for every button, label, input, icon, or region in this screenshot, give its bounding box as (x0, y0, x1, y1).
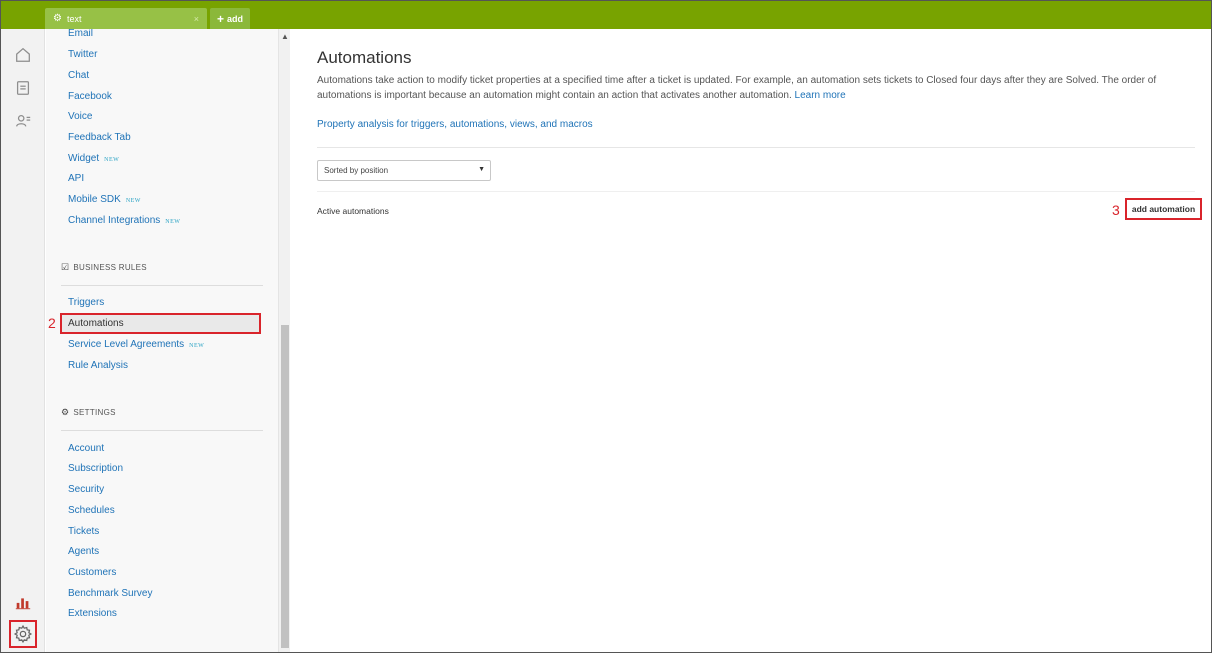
business-rules-header: ☑ BUSINESS RULES (61, 262, 147, 272)
scroll-up-arrow-icon[interactable]: ▲ (281, 32, 289, 41)
app-window: ⚙ text × + add Email Twitter Chat Facebo (0, 0, 1212, 653)
sidebar-item-tickets[interactable]: Tickets (68, 526, 99, 537)
tab-label: text (66, 13, 82, 24)
checkbox-icon: ☑ (61, 262, 70, 272)
sidebar-item-rule-analysis[interactable]: Rule Analysis (68, 360, 128, 371)
sidebar-item-chat[interactable]: Chat (68, 70, 89, 81)
reporting-icon[interactable] (13, 592, 33, 612)
plus-icon: + (216, 11, 224, 26)
sidebar-item-voice[interactable]: Voice (68, 111, 92, 122)
new-badge: NEW (125, 198, 141, 204)
divider (61, 430, 263, 431)
sidebar-item-benchmark-survey[interactable]: Benchmark Survey (68, 588, 152, 599)
page-title: Automations (317, 48, 412, 67)
new-badge: NEW (165, 219, 181, 225)
sort-dropdown[interactable]: Sorted by position ▼ (317, 160, 491, 181)
sidebar-item-widget[interactable]: Widget NEW (68, 153, 119, 164)
home-icon[interactable] (13, 45, 33, 65)
chevron-down-icon: ▼ (478, 166, 485, 173)
sidebar-item-subscription[interactable]: Subscription (68, 463, 123, 474)
new-badge: NEW (189, 343, 205, 349)
divider (317, 191, 1195, 192)
sidebar-item-api[interactable]: API (68, 173, 84, 184)
sidebar-item-mobile-sdk[interactable]: Mobile SDK NEW (68, 194, 141, 205)
page-description: Automations take action to modify ticket… (317, 75, 1157, 101)
sidebar-item-schedules[interactable]: Schedules (68, 505, 115, 516)
sidebar-item-sla[interactable]: Service Level Agreements NEW (68, 339, 204, 350)
step-2-label: 2 (48, 315, 56, 331)
active-automations-label: Active automations (317, 206, 389, 216)
new-badge: NEW (104, 157, 120, 163)
scrollbar-thumb[interactable] (281, 325, 289, 648)
sidebar-item-email[interactable]: Email (68, 29, 93, 39)
sidebar-item-facebook[interactable]: Facebook (68, 91, 112, 102)
sort-value: Sorted by position (324, 166, 389, 175)
sidebar-item-agents[interactable]: Agents (68, 546, 99, 557)
sidebar-item-account[interactable]: Account (68, 443, 104, 454)
top-bar: ⚙ text × + add (1, 1, 1211, 29)
sidebar-item-twitter[interactable]: Twitter (68, 49, 97, 60)
users-icon[interactable] (13, 111, 33, 131)
sidebar-item-channel-integrations[interactable]: Channel Integrations NEW (68, 215, 180, 226)
close-icon[interactable]: × (194, 14, 199, 24)
sidebar-item-triggers[interactable]: Triggers (68, 297, 104, 308)
step-3-label: 3 (1112, 202, 1120, 218)
add-automation-button[interactable]: add automation (1125, 198, 1202, 220)
divider (61, 285, 263, 286)
add-tab-label: add (227, 13, 244, 24)
settings-header: ⚙ SETTINGS (61, 407, 116, 417)
divider (317, 147, 1195, 148)
property-analysis-link[interactable]: Property analysis for triggers, automati… (317, 119, 593, 130)
gear-icon: ⚙ (53, 13, 62, 24)
sidebar-scrollbar[interactable]: ▲ (278, 29, 290, 652)
sidebar-item-automations[interactable]: Automations (60, 313, 261, 334)
sidebar-item-extensions[interactable]: Extensions (68, 608, 117, 619)
sidebar-item-customers[interactable]: Customers (68, 567, 116, 578)
tab-text[interactable]: ⚙ text × (45, 8, 207, 29)
icon-rail (1, 29, 45, 652)
admin-gear-icon[interactable] (9, 620, 37, 648)
main-content: Automations Automations take action to m… (290, 29, 1211, 652)
learn-more-link[interactable]: Learn more (795, 90, 846, 101)
tickets-icon[interactable] (13, 78, 33, 98)
add-tab-button[interactable]: + add (210, 8, 250, 29)
gear-icon: ⚙ (61, 407, 70, 417)
admin-sidebar: Email Twitter Chat Facebook Voice Feedba… (46, 29, 278, 652)
sidebar-item-feedback-tab[interactable]: Feedback Tab (68, 132, 131, 143)
sidebar-item-security[interactable]: Security (68, 484, 104, 495)
